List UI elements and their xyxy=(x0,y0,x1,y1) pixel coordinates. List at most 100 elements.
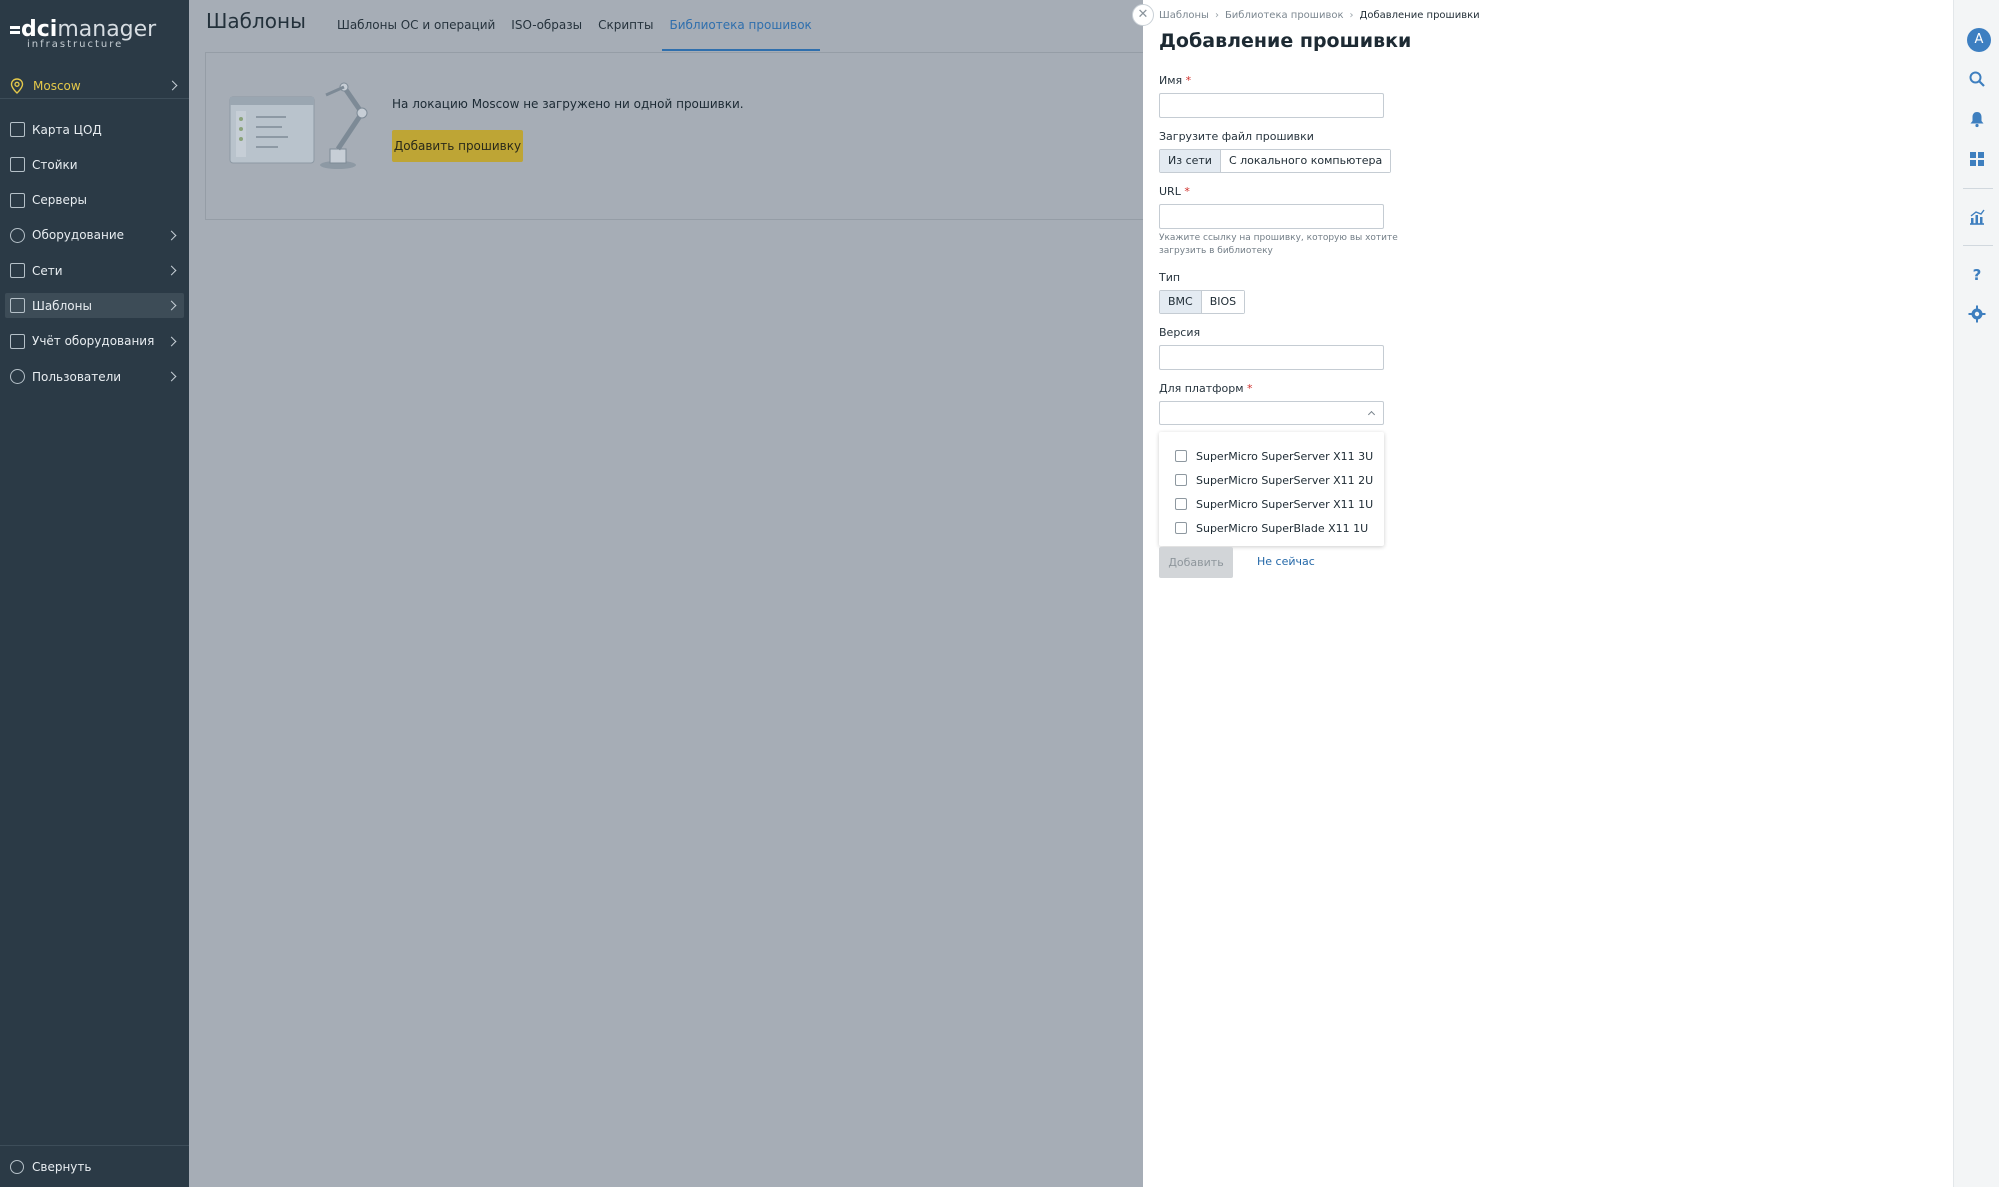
breadcrumb-current: Добавление прошивки xyxy=(1359,10,1480,21)
version-input[interactable] xyxy=(1159,345,1384,370)
sidebar-item-racks[interactable]: Стойки xyxy=(5,152,184,177)
bell-icon[interactable] xyxy=(1968,110,1986,128)
platform-dropdown: SuperMicro SuperServer X11 3U SuperMicro… xyxy=(1159,432,1384,546)
avatar[interactable]: A xyxy=(1967,28,1991,52)
upload-source-toggle: Из сети С локального компьютера xyxy=(1159,149,1392,173)
collapse-icon xyxy=(10,1159,24,1174)
svg-text:?: ? xyxy=(1973,266,1982,283)
right-rail: A ? xyxy=(1953,0,1999,1187)
platform-option[interactable]: SuperMicro SuperServer X11 1U xyxy=(1159,492,1384,516)
type-bmc-option[interactable]: BMC xyxy=(1160,291,1202,313)
platform-label: Для платформ * xyxy=(1159,382,1253,395)
chart-icon[interactable] xyxy=(1968,208,1986,226)
sidebar-item-datacenter-map[interactable]: Карта ЦОД xyxy=(5,117,184,142)
not-now-link[interactable]: Не сейчас xyxy=(1257,555,1315,568)
checkbox[interactable] xyxy=(1175,450,1187,462)
sidebar-item-users[interactable]: Пользователи xyxy=(5,364,184,389)
close-drawer-button[interactable]: ✕ xyxy=(1132,4,1154,26)
platform-option[interactable]: SuperMicro SuperServer X11 3U xyxy=(1159,444,1384,468)
sidebar-item-label: Оборудование xyxy=(32,228,124,243)
version-label: Версия xyxy=(1159,326,1201,339)
submit-button[interactable]: Добавить xyxy=(1159,547,1233,578)
checkbox[interactable] xyxy=(1175,522,1187,534)
chevron-up-icon xyxy=(1367,410,1376,419)
url-input[interactable] xyxy=(1159,204,1384,229)
sidebar-item-label: Серверы xyxy=(32,193,87,208)
tab-bar: Шаблоны ОС и операций ISO-образы Скрипты… xyxy=(329,0,820,51)
add-firmware-drawer: ✕ Шаблоны › Библиотека прошивок › Добавл… xyxy=(1132,0,1953,1187)
rack-icon xyxy=(10,157,25,173)
breadcrumb-firmware-library[interactable]: Библиотека прошивок xyxy=(1225,10,1344,21)
upload-from-local-option[interactable]: С локального компьютера xyxy=(1220,150,1391,172)
server-icon xyxy=(10,192,25,208)
tab-os-templates[interactable]: Шаблоны ОС и операций xyxy=(329,0,503,51)
sidebar-item-label: Учёт оборудования xyxy=(32,334,155,349)
platform-option-label: SuperMicro SuperBlade X11 1U xyxy=(1196,521,1369,535)
platform-option[interactable]: SuperMicro SuperServer X11 2U xyxy=(1159,468,1384,492)
platform-option-label: SuperMicro SuperServer X11 2U xyxy=(1196,473,1374,487)
sidebar: dcimanager infrastructure Moscow Карта Ц… xyxy=(0,0,189,1187)
required-mark: * xyxy=(1247,382,1253,395)
url-hint: Укажите ссылку на прошивку, которую вы х… xyxy=(1159,233,1398,256)
breadcrumb-separator-icon: › xyxy=(1214,10,1219,21)
chevron-right-icon xyxy=(166,336,177,347)
drawer-title: Добавление прошивки xyxy=(1159,30,1412,52)
platform-select[interactable] xyxy=(1159,401,1384,425)
users-icon xyxy=(10,369,25,385)
chevron-right-icon xyxy=(166,265,177,276)
checkbox[interactable] xyxy=(1175,474,1187,486)
sidebar-item-label: Сети xyxy=(32,263,63,278)
chevron-right-icon xyxy=(166,301,177,311)
sidebar-item-templates[interactable]: Шаблоны xyxy=(5,293,184,319)
sidebar-item-label: Карта ЦОД xyxy=(32,122,102,137)
rail-divider xyxy=(1963,188,1993,189)
location-pin-icon xyxy=(10,77,24,94)
logo-subtitle: infrastructure xyxy=(27,39,124,50)
sidebar-item-label: Шаблоны xyxy=(32,298,92,313)
tab-firmware-library[interactable]: Библиотека прошивок xyxy=(661,0,820,51)
chevron-right-icon xyxy=(166,230,177,241)
main-content: Шаблоны Шаблоны ОС и операций ISO-образы… xyxy=(189,0,1145,1187)
sidebar-collapse-button[interactable]: Свернуть xyxy=(0,1145,189,1187)
required-mark: * xyxy=(1185,74,1192,87)
chevron-right-icon xyxy=(167,80,178,91)
required-mark: * xyxy=(1184,185,1190,198)
sidebar-item-networks[interactable]: Сети xyxy=(5,258,184,283)
gear-icon[interactable] xyxy=(1968,305,1986,323)
platform-option-label: SuperMicro SuperServer X11 1U xyxy=(1196,497,1374,511)
inventory-icon xyxy=(10,333,25,349)
platform-option[interactable]: SuperMicro SuperBlade X11 1U xyxy=(1159,516,1384,540)
name-input[interactable] xyxy=(1159,93,1384,118)
upload-from-network-option[interactable]: Из сети xyxy=(1160,150,1221,172)
robot-arm-illustration xyxy=(229,82,368,169)
grid-icon[interactable] xyxy=(1968,150,1986,168)
add-firmware-button[interactable]: Добавить прошивку xyxy=(392,130,523,162)
breadcrumb-templates[interactable]: Шаблоны xyxy=(1159,10,1209,21)
url-label: URL * xyxy=(1159,185,1190,198)
templates-icon xyxy=(10,298,25,314)
sidebar-item-inventory[interactable]: Учёт оборудования xyxy=(5,329,184,354)
tab-scripts[interactable]: Скрипты xyxy=(590,0,661,51)
help-icon[interactable]: ? xyxy=(1968,265,1986,283)
rail-divider xyxy=(1963,245,1993,246)
platform-label-text: Для платформ xyxy=(1159,382,1244,395)
checkbox[interactable] xyxy=(1175,498,1187,510)
empty-state-card: На локацию Moscow не загружено ни одной … xyxy=(205,52,1145,220)
upload-label: Загрузите файл прошивки xyxy=(1159,130,1314,143)
tab-iso-images[interactable]: ISO-образы xyxy=(503,0,590,51)
sidebar-item-equipment[interactable]: Оборудование xyxy=(5,223,184,248)
equipment-icon xyxy=(10,227,25,243)
logo-bars-icon xyxy=(10,24,20,36)
sidebar-item-servers[interactable]: Серверы xyxy=(5,188,184,213)
search-icon[interactable] xyxy=(1968,70,1986,88)
firmware-type-toggle: BMC BIOS xyxy=(1159,290,1246,314)
app-logo[interactable]: dcimanager infrastructure xyxy=(10,18,180,52)
type-bios-option[interactable]: BIOS xyxy=(1201,291,1245,313)
sidebar-nav: Карта ЦОД Стойки Серверы Оборудование Се… xyxy=(0,117,189,399)
type-label: Тип xyxy=(1159,271,1181,284)
breadcrumb: Шаблоны › Библиотека прошивок › Добавлен… xyxy=(1159,10,1480,21)
collapse-label: Свернуть xyxy=(32,1159,92,1174)
location-selector[interactable]: Moscow xyxy=(0,73,189,99)
chevron-right-icon xyxy=(166,371,177,382)
sidebar-item-label: Стойки xyxy=(32,157,78,172)
